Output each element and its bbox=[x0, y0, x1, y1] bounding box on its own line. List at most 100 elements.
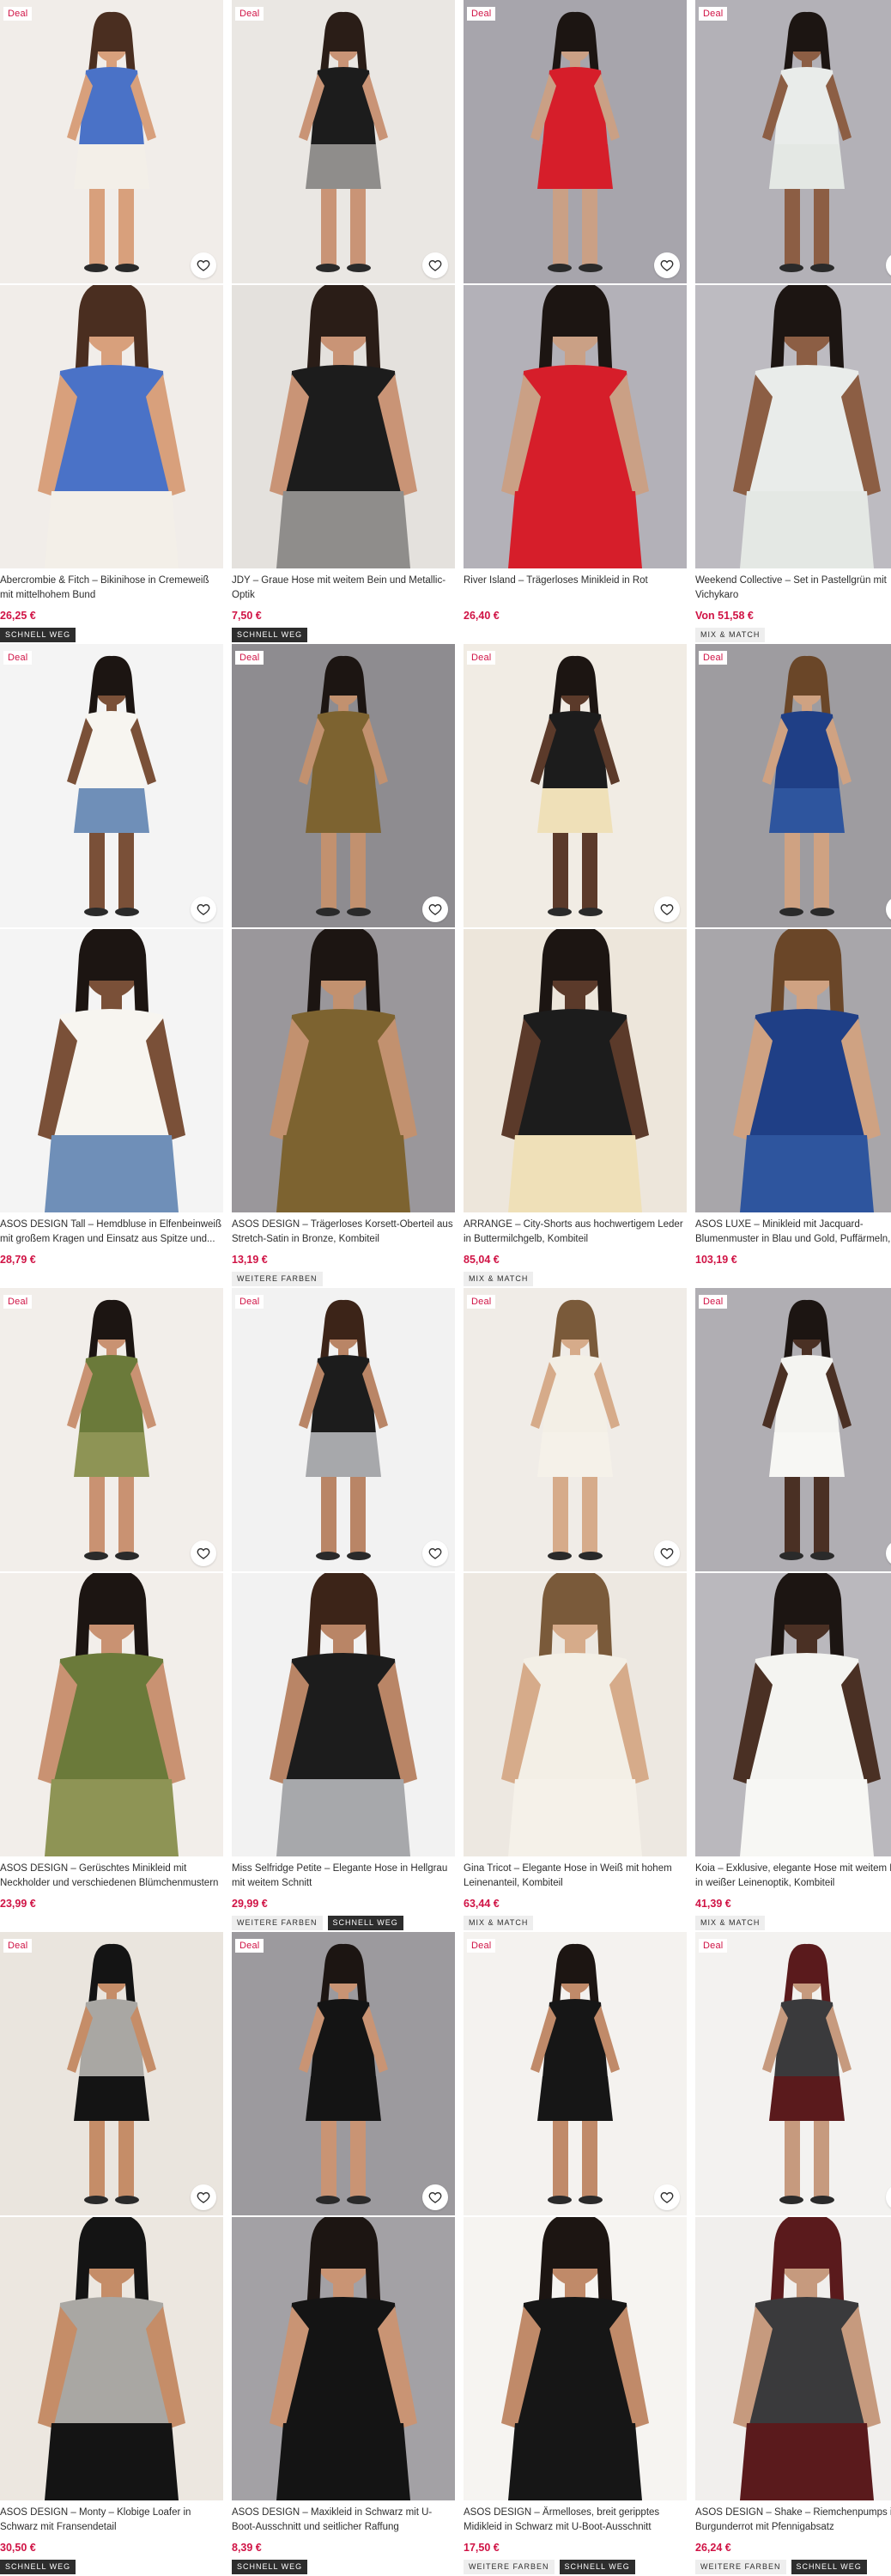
product-card[interactable]: Deal River Island – Trägerloses Minikleid… bbox=[464, 0, 687, 644]
save-for-later-heart-icon[interactable] bbox=[422, 2184, 448, 2210]
product-title[interactable]: ASOS DESIGN – Ärmelloses, breit gerippte… bbox=[464, 2506, 687, 2535]
product-image-secondary[interactable] bbox=[464, 1573, 687, 1856]
product-image-primary[interactable]: Deal bbox=[464, 644, 687, 927]
product-card[interactable]: Deal Miss Selfridge Petite – Elegante Hos… bbox=[232, 1288, 455, 1932]
product-title[interactable]: ARRANGE – City-Shorts aus hochwertigem L… bbox=[464, 1218, 687, 1247]
product-title[interactable]: ASOS LUXE – Minikleid mit Jacquard-Blume… bbox=[695, 1218, 891, 1247]
product-card[interactable]: Deal ARRANGE – City-Shorts aus hochwertig… bbox=[464, 644, 687, 1288]
product-title[interactable]: ASOS DESIGN – Shake – Riemchenpumps in B… bbox=[695, 2506, 891, 2535]
product-image-primary[interactable]: Deal bbox=[464, 0, 687, 283]
product-image-secondary[interactable] bbox=[232, 929, 455, 1212]
product-title[interactable]: ASOS DESIGN – Monty – Klobige Loafer in … bbox=[0, 2506, 223, 2535]
product-image-primary[interactable]: Deal bbox=[0, 644, 223, 927]
product-card[interactable]: Deal Gina Tricot – Elegante Hose in Weiß … bbox=[464, 1288, 687, 1932]
save-for-later-heart-icon[interactable] bbox=[422, 896, 448, 922]
save-for-later-heart-icon[interactable] bbox=[191, 1540, 216, 1566]
save-for-later-heart-icon[interactable] bbox=[654, 896, 680, 922]
product-title[interactable]: JDY – Graue Hose mit weitem Bein und Met… bbox=[232, 574, 455, 603]
product-image-secondary[interactable] bbox=[695, 1573, 891, 1856]
deal-badge: Deal bbox=[3, 7, 33, 21]
product-image-secondary[interactable] bbox=[232, 2217, 455, 2500]
deal-badge: Deal bbox=[3, 1295, 33, 1309]
save-for-later-heart-icon[interactable] bbox=[654, 252, 680, 278]
product-card[interactable]: Deal ASOS DESIGN – Monty – Klobige Loafer… bbox=[0, 1932, 223, 2576]
save-for-later-heart-icon[interactable] bbox=[191, 2184, 216, 2210]
product-title[interactable]: Miss Selfridge Petite – Elegante Hose in… bbox=[232, 1862, 455, 1891]
product-card[interactable]: Deal ASOS DESIGN – Maxikleid in Schwarz m… bbox=[232, 1932, 455, 2576]
product-title[interactable]: ASOS DESIGN – Gerüschtes Minikleid mit N… bbox=[0, 1862, 223, 1891]
product-card[interactable]: Deal Abercrombie & Fitch – Bikinihose in … bbox=[0, 0, 223, 644]
mix-match-badge: MIX & MATCH bbox=[695, 628, 766, 642]
product-tags: WEITERE FARBEN SCHNELL WEG bbox=[464, 2560, 635, 2574]
deal-badge: Deal bbox=[235, 1939, 264, 1953]
product-image-secondary[interactable] bbox=[695, 929, 891, 1212]
product-image-secondary[interactable] bbox=[0, 285, 223, 568]
product-image-primary[interactable]: Deal bbox=[232, 0, 455, 283]
product-image-secondary[interactable] bbox=[464, 2217, 687, 2500]
product-card[interactable]: Deal Weekend Collective – Set in Pastellg… bbox=[695, 0, 891, 644]
product-image-secondary[interactable] bbox=[232, 1573, 455, 1856]
product-image-secondary[interactable] bbox=[464, 929, 687, 1212]
save-for-later-heart-icon[interactable] bbox=[422, 1540, 448, 1566]
product-image-primary[interactable]: Deal bbox=[232, 1932, 455, 2215]
product-image-primary[interactable]: Deal bbox=[232, 1288, 455, 1571]
product-image-secondary[interactable] bbox=[464, 285, 687, 568]
product-card[interactable]: Deal ASOS DESIGN – Gerüschtes Minikleid m… bbox=[0, 1288, 223, 1932]
product-image-primary[interactable]: Deal bbox=[0, 1288, 223, 1571]
save-for-later-heart-icon[interactable] bbox=[654, 1540, 680, 1566]
deal-badge: Deal bbox=[699, 1295, 728, 1309]
product-image-primary[interactable]: Deal bbox=[232, 644, 455, 927]
more-colours-badge: WEITERE FARBEN bbox=[464, 2560, 555, 2574]
product-tags: WEITERE FARBEN SCHNELL WEG bbox=[695, 2560, 867, 2574]
product-card[interactable]: Deal ASOS DESIGN – Trägerloses Korsett-Ob… bbox=[232, 644, 455, 1288]
product-card[interactable]: Deal ASOS DESIGN – Shake – Riemchenpumps … bbox=[695, 1932, 891, 2576]
product-price: 85,04 € bbox=[464, 1254, 500, 1266]
product-image-primary[interactable]: Deal bbox=[695, 1932, 891, 2215]
product-price: 29,99 € bbox=[232, 1898, 268, 1910]
product-image-primary[interactable]: Deal bbox=[0, 1932, 223, 2215]
save-for-later-heart-icon[interactable] bbox=[654, 2184, 680, 2210]
deal-badge: Deal bbox=[467, 7, 496, 21]
product-title[interactable]: Weekend Collective – Set in Pastellgrün … bbox=[695, 574, 891, 603]
product-price: 26,24 € bbox=[695, 2542, 731, 2554]
product-image-secondary[interactable] bbox=[695, 2217, 891, 2500]
product-title[interactable]: Abercrombie & Fitch – Bikinihose in Crem… bbox=[0, 574, 223, 603]
save-for-later-heart-icon[interactable] bbox=[191, 896, 216, 922]
product-price: 41,39 € bbox=[695, 1898, 731, 1910]
product-image-secondary[interactable] bbox=[695, 285, 891, 568]
product-image-secondary[interactable] bbox=[0, 2217, 223, 2500]
product-image-primary[interactable]: Deal bbox=[464, 1288, 687, 1571]
product-title[interactable]: ASOS DESIGN Tall – Hemdbluse in Elfenbei… bbox=[0, 1218, 223, 1247]
product-tags: MIX & MATCH bbox=[695, 1916, 766, 1930]
save-for-later-heart-icon[interactable] bbox=[191, 252, 216, 278]
product-tags: SCHNELL WEG bbox=[232, 2560, 308, 2574]
save-for-later-heart-icon[interactable] bbox=[422, 252, 448, 278]
deal-badge: Deal bbox=[467, 651, 496, 665]
product-image-secondary[interactable] bbox=[0, 1573, 223, 1856]
product-image-primary[interactable]: Deal bbox=[695, 0, 891, 283]
selling-fast-badge: SCHNELL WEG bbox=[0, 2560, 76, 2574]
product-tags: SCHNELL WEG bbox=[0, 2560, 76, 2574]
product-card[interactable]: Deal ASOS DESIGN – Ärmelloses, breit geri… bbox=[464, 1932, 687, 2576]
product-image-primary[interactable]: Deal bbox=[0, 0, 223, 283]
product-card[interactable]: Deal JDY – Graue Hose mit weitem Bein und… bbox=[232, 0, 455, 644]
product-image-primary[interactable]: Deal bbox=[695, 644, 891, 927]
product-price: 26,25 € bbox=[0, 610, 36, 622]
product-price: 8,39 € bbox=[232, 2542, 262, 2554]
product-image-primary[interactable]: Deal bbox=[695, 1288, 891, 1571]
product-image-primary[interactable]: Deal bbox=[464, 1932, 687, 2215]
product-card[interactable]: Deal ASOS LUXE – Minikleid mit Jacquard-B… bbox=[695, 644, 891, 1288]
product-title[interactable]: Gina Tricot – Elegante Hose in Weiß mit … bbox=[464, 1862, 687, 1891]
product-image-secondary[interactable] bbox=[232, 285, 455, 568]
more-colours-badge: WEITERE FARBEN bbox=[232, 1272, 323, 1286]
product-image-secondary[interactable] bbox=[0, 929, 223, 1212]
product-title[interactable]: ASOS DESIGN – Maxikleid in Schwarz mit U… bbox=[232, 2506, 455, 2535]
product-title[interactable]: Koia – Exklusive, elegante Hose mit weit… bbox=[695, 1862, 891, 1891]
deal-badge: Deal bbox=[235, 1295, 264, 1309]
selling-fast-badge: SCHNELL WEG bbox=[791, 2560, 867, 2574]
product-title[interactable]: ASOS DESIGN – Trägerloses Korsett-Oberte… bbox=[232, 1218, 455, 1247]
product-title[interactable]: River Island – Trägerloses Minikleid in … bbox=[464, 574, 687, 603]
product-price: 13,19 € bbox=[232, 1254, 268, 1266]
product-card[interactable]: Deal Koia – Exklusive, elegante Hose mit … bbox=[695, 1288, 891, 1932]
product-card[interactable]: Deal ASOS DESIGN Tall – Hemdbluse in Elfe… bbox=[0, 644, 223, 1288]
